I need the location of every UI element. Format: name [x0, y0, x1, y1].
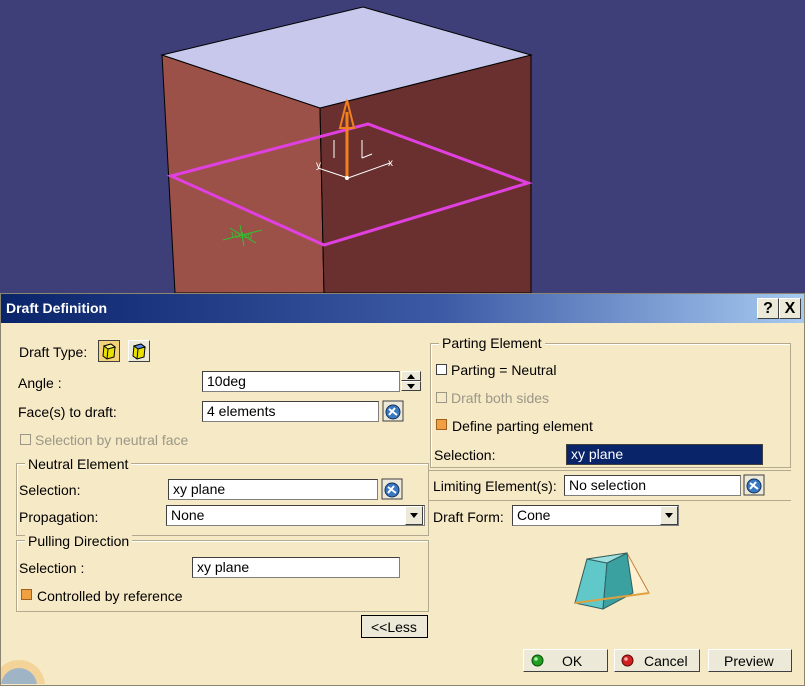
angle-input[interactable]: 10deg: [202, 371, 400, 392]
parting-selection-input[interactable]: xy plane: [566, 444, 763, 465]
controlled-by-reference-checkbox[interactable]: [21, 589, 32, 600]
neutral-selection-label: Selection:: [19, 482, 81, 498]
parting-neutral-label: Parting = Neutral: [451, 362, 557, 378]
list-edit-icon: [381, 478, 403, 500]
selection-by-neutral-face-checkbox[interactable]: [20, 434, 31, 445]
separator: [429, 470, 791, 471]
limiting-list-button[interactable]: [743, 474, 765, 496]
define-parting-element-checkbox[interactable]: [436, 419, 447, 430]
parting-element-title: Parting Element: [439, 335, 545, 351]
dialog-titlebar[interactable]: Draft Definition ? X: [1, 294, 804, 323]
neutral-list-button[interactable]: [381, 478, 403, 500]
draft-definition-dialog: Draft Definition ? X Draft Type: Angle :…: [0, 293, 805, 686]
propagation-select[interactable]: None: [166, 505, 425, 526]
list-edit-icon: [743, 474, 765, 496]
catia-logo-icon: [1, 660, 45, 684]
constant-angle-draft-button[interactable]: [98, 340, 120, 362]
pulling-direction-title: Pulling Direction: [25, 533, 133, 549]
faces-to-draft-label: Face(s) to draft:: [18, 404, 117, 420]
draft-form-select[interactable]: Cone: [512, 505, 679, 526]
ok-button[interactable]: OK: [523, 649, 608, 672]
faces-list-button[interactable]: [382, 400, 404, 422]
pulling-selection-input[interactable]: xy plane: [192, 557, 400, 578]
propagation-dropdown-icon[interactable]: [405, 506, 423, 525]
angle-label: Angle :: [18, 375, 62, 391]
svg-text:x: x: [388, 158, 393, 169]
cancel-red-icon: [621, 654, 634, 667]
spin-down-icon[interactable]: [401, 381, 421, 391]
pulling-selection-label: Selection :: [19, 560, 85, 576]
constant-draft-icon: [102, 343, 117, 360]
neutral-selection-input[interactable]: xy plane: [168, 479, 378, 500]
separator: [429, 500, 791, 501]
propagation-label: Propagation:: [19, 509, 99, 525]
less-button[interactable]: <<Less: [361, 615, 428, 638]
list-edit-icon: [382, 400, 404, 422]
draft-form-dropdown-icon[interactable]: [660, 506, 678, 525]
parting-neutral-checkbox[interactable]: [436, 364, 447, 375]
controlled-by-reference-label: Controlled by reference: [37, 588, 183, 604]
neutral-element-title: Neutral Element: [25, 456, 132, 472]
cancel-button[interactable]: Cancel: [614, 649, 700, 672]
dialog-title: Draft Definition: [6, 300, 108, 316]
preview-button[interactable]: Preview: [708, 649, 792, 672]
draft-both-sides-label: Draft both sides: [451, 390, 550, 406]
svg-text:y: y: [316, 160, 321, 171]
angle-spinner[interactable]: [401, 371, 421, 392]
ok-green-icon: [531, 654, 544, 667]
limiting-elements-input[interactable]: No selection: [564, 475, 741, 496]
spin-up-icon[interactable]: [401, 371, 421, 381]
angle-annotation-text: 10deg: [230, 231, 252, 240]
3d-viewport[interactable]: y x 10deg: [0, 0, 805, 293]
draft-form-preview-icon: [574, 552, 650, 610]
selection-by-neutral-face-label: Selection by neutral face: [35, 432, 189, 448]
help-button[interactable]: ?: [757, 298, 779, 319]
variable-angle-draft-button[interactable]: [128, 340, 150, 362]
draft-type-label: Draft Type:: [19, 344, 88, 360]
define-parting-element-label: Define parting element: [452, 418, 593, 434]
limiting-elements-label: Limiting Element(s):: [433, 478, 557, 494]
variable-draft-icon: [132, 343, 147, 360]
faces-to-draft-input[interactable]: 4 elements: [202, 401, 379, 422]
draft-form-label: Draft Form:: [433, 509, 504, 525]
draft-both-sides-checkbox[interactable]: [436, 392, 447, 403]
close-button[interactable]: X: [779, 298, 801, 319]
parting-selection-label: Selection:: [434, 447, 496, 463]
